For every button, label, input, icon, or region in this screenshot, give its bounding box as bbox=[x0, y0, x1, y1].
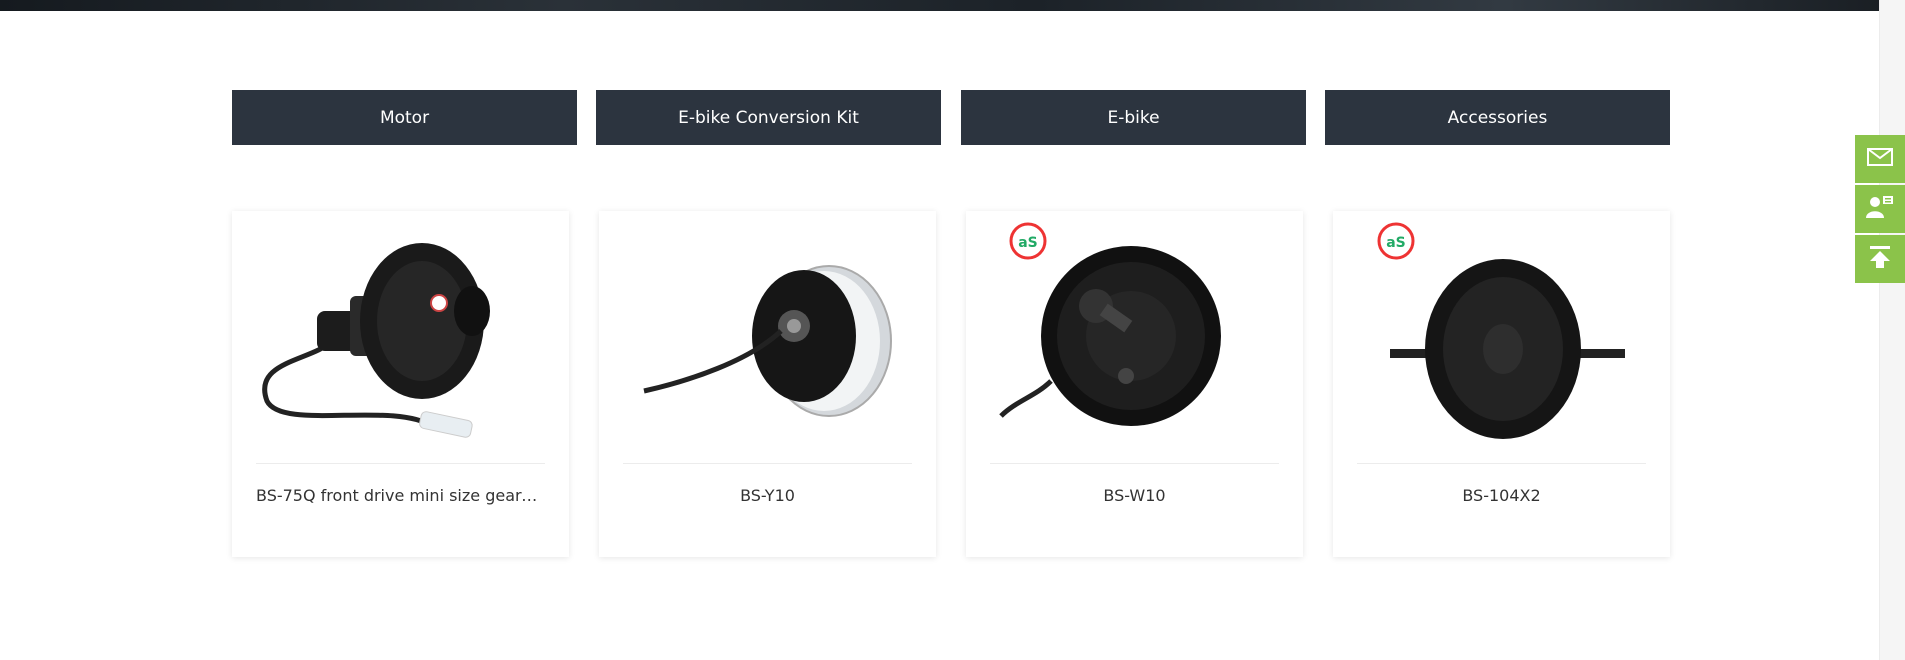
product-card[interactable]: aS BS-104X2 bbox=[1333, 211, 1670, 557]
back-to-top-icon bbox=[1868, 245, 1892, 273]
hero-banner-edge bbox=[0, 0, 1880, 11]
product-title[interactable]: BS-75Q front drive mini size geared hub … bbox=[256, 486, 545, 505]
card-divider bbox=[623, 463, 912, 464]
product-title[interactable]: BS-W10 bbox=[990, 486, 1279, 505]
svg-text:aS: aS bbox=[1386, 235, 1406, 251]
card-divider bbox=[1357, 463, 1646, 464]
contact-card-icon bbox=[1866, 195, 1894, 223]
product-image[interactable]: aS bbox=[966, 211, 1303, 456]
contact-button[interactable] bbox=[1855, 185, 1905, 233]
product-card[interactable]: BS-Y10 bbox=[599, 211, 936, 557]
product-title[interactable]: BS-Y10 bbox=[623, 486, 912, 505]
product-card[interactable]: aS BS-W10 bbox=[966, 211, 1303, 557]
mail-button[interactable] bbox=[1855, 135, 1905, 183]
tab-motor[interactable]: Motor bbox=[232, 90, 577, 145]
product-image[interactable] bbox=[232, 211, 569, 456]
product-image[interactable] bbox=[599, 211, 936, 456]
card-divider bbox=[990, 463, 1279, 464]
tab-accessories[interactable]: Accessories bbox=[1325, 90, 1670, 145]
product-card[interactable]: BS-75Q front drive mini size geared hub … bbox=[232, 211, 569, 557]
svg-text:aS: aS bbox=[1018, 235, 1038, 251]
back-to-top-button[interactable] bbox=[1855, 235, 1905, 283]
tab-ebike-conversion-kit[interactable]: E-bike Conversion Kit bbox=[596, 90, 941, 145]
scrollbar[interactable] bbox=[1879, 0, 1905, 660]
product-image[interactable]: aS bbox=[1333, 211, 1670, 456]
product-title[interactable]: BS-104X2 bbox=[1357, 486, 1646, 505]
tab-ebike[interactable]: E-bike bbox=[961, 90, 1306, 145]
mail-icon bbox=[1867, 148, 1893, 170]
card-divider bbox=[256, 463, 545, 464]
